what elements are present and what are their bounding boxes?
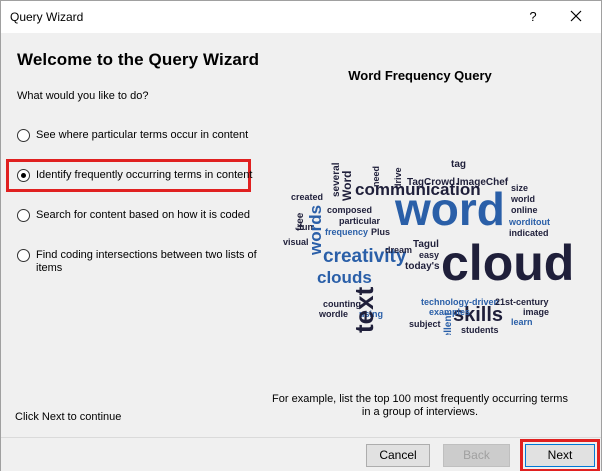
svg-text:21st-century: 21st-century (495, 297, 549, 307)
svg-text:text: text (349, 286, 379, 333)
svg-text:wordle: wordle (318, 309, 348, 319)
option-identify-frequent-terms[interactable]: Identify frequently occurring terms in c… (17, 169, 252, 182)
radio-coding-intersections[interactable] (17, 249, 30, 262)
svg-text:indicated: indicated (509, 228, 549, 238)
option-search-by-coding[interactable]: Search for content based on how it is co… (17, 209, 250, 222)
svg-text:clouds: clouds (317, 268, 372, 287)
svg-text:Word: Word (340, 171, 354, 201)
close-button[interactable] (561, 5, 591, 29)
svg-text:online: online (511, 205, 538, 215)
wizard-footer: Cancel Back Next (1, 437, 601, 471)
option-label: Find coding intersections between two li… (36, 249, 257, 274)
word-cloud-image: word cloud communication creativity clou… (283, 159, 573, 335)
svg-text:visual: visual (283, 237, 309, 247)
svg-text:size: size (511, 183, 528, 193)
radio-search-by-coding[interactable] (17, 209, 30, 222)
svg-text:created: created (291, 192, 323, 202)
next-button[interactable]: Next (525, 444, 595, 467)
svg-text:composed: composed (327, 205, 372, 215)
svg-text:ImageChef: ImageChef (457, 177, 509, 188)
svg-text:world: world (510, 194, 535, 204)
option-label: See where particular terms occur in cont… (36, 129, 249, 141)
preview-title: Word Frequency Query (348, 68, 492, 83)
svg-text:today's: today's (405, 261, 440, 272)
radio-see-terms[interactable] (17, 129, 30, 142)
option-label: Identify frequently occurring terms in c… (36, 169, 253, 181)
svg-text:particular: particular (339, 216, 381, 226)
svg-text:drive: drive (393, 167, 403, 189)
query-wizard-window: Query Wizard ? Welcome to the Query Wiza… (0, 0, 602, 471)
svg-text:frequency: frequency (325, 227, 368, 237)
svg-text:image: image (523, 307, 549, 317)
window-title: Query Wizard (10, 10, 84, 24)
svg-text:words: words (306, 205, 325, 256)
click-next-hint: Click Next to continue (15, 411, 122, 423)
svg-text:excellent: excellent (443, 312, 454, 335)
page-title: Welcome to the Query Wizard (17, 50, 260, 69)
title-bar: Query Wizard ? (1, 1, 601, 33)
back-button[interactable]: Back (443, 444, 510, 467)
help-button[interactable]: ? (521, 5, 545, 29)
svg-text:worditout: worditout (508, 217, 550, 227)
wizard-content: Welcome to the Query Wizard What would y… (1, 33, 601, 437)
svg-text:cloud: cloud (441, 235, 573, 291)
question-text: What would you like to do? (17, 90, 149, 102)
option-label: Search for content based on how it is co… (36, 209, 251, 221)
cancel-button[interactable]: Cancel (366, 444, 430, 467)
option-coding-intersections[interactable]: Find coding intersections between two li… (17, 249, 257, 275)
svg-text:learn: learn (511, 317, 533, 327)
svg-text:Tagul: Tagul (413, 239, 439, 250)
option-see-terms[interactable]: See where particular terms occur in cont… (17, 129, 248, 142)
svg-text:technology-driven: technology-driven (421, 297, 499, 307)
svg-text:Plus: Plus (371, 227, 390, 237)
svg-text:dream: dream (385, 245, 412, 255)
svg-text:easy: easy (419, 250, 439, 260)
close-icon (570, 10, 582, 22)
svg-text:free: free (295, 212, 306, 231)
svg-text:students: students (461, 325, 499, 335)
radio-identify-frequent-terms[interactable] (17, 169, 30, 182)
svg-text:TagCrowd: TagCrowd (407, 177, 455, 188)
svg-text:subject: subject (409, 319, 441, 329)
svg-text:need: need (371, 166, 381, 187)
preview-caption: For example, list the top 100 most frequ… (272, 393, 568, 418)
svg-text:tag: tag (451, 159, 466, 170)
